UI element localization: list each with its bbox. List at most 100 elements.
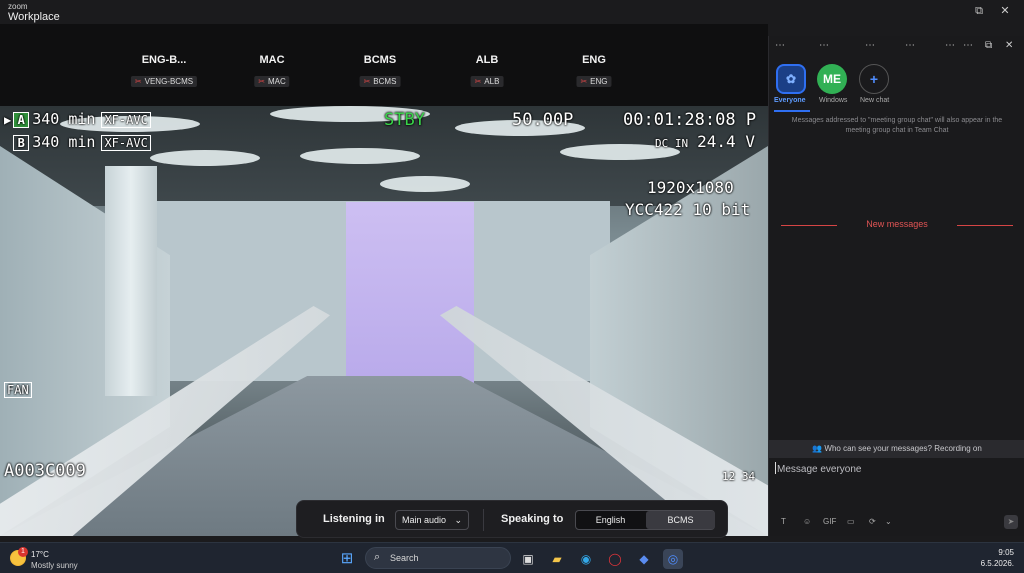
everyone-avatar[interactable]: ✿	[776, 64, 806, 94]
codec-badge: XF-AVC	[101, 112, 151, 128]
who-can-see-bar[interactable]: 👥 Who can see your messages? Recording o…	[769, 440, 1024, 458]
shared-video: ▶A340 minXF-AVC ▶B340 minXF-AVC STBY 50.…	[0, 106, 768, 536]
chevron-down-icon: ⌄	[454, 515, 462, 525]
toolbar-icon[interactable]: ⋯	[963, 40, 973, 51]
search-label: Search	[390, 553, 419, 563]
participant-label: ✂ VENG-BCMS	[130, 76, 198, 87]
popout-icon[interactable]: ⧉	[985, 40, 992, 51]
team-chat-note: Messages addressed to "meeting group cha…	[791, 117, 1003, 134]
new-chat-button[interactable]: +	[859, 64, 889, 94]
resolution: 1920x1080	[647, 178, 734, 197]
fan-indicator: FAN	[4, 382, 32, 398]
language-option-english[interactable]: English	[576, 511, 645, 529]
app-brand: zoom Workplace	[8, 2, 60, 23]
slot-b-badge: B	[13, 135, 30, 151]
toolbar-icon[interactable]: ⋯	[819, 40, 829, 51]
edge-browser-icon[interactable]: ◉	[576, 549, 596, 569]
dc-in: DC IN 24.4 V	[655, 132, 755, 151]
chat-toolbar: ⋯ ⋯ ⋯ ⋯ ⋯ ⋯ ⧉ ✕	[769, 36, 1024, 56]
participant-name: ENG	[582, 54, 606, 66]
mic-muted-icon: ✂	[363, 77, 371, 86]
language-option-bcms[interactable]: BCMS	[646, 511, 715, 529]
close-window-button[interactable]: ✕	[998, 4, 1012, 18]
participant-name: ENG-B...	[141, 54, 187, 66]
format-text-icon[interactable]: T	[781, 517, 786, 526]
frame-rate: 50.00P	[512, 110, 574, 130]
ceiling-light	[150, 150, 260, 166]
participant-tile[interactable]: MAC ✂ MAC	[222, 54, 322, 87]
participant-name: ALB	[475, 54, 499, 66]
new-chat-label: New chat	[860, 97, 890, 104]
send-button[interactable]: ➤	[1004, 515, 1018, 529]
send-icon: ➤	[1007, 517, 1015, 526]
message-input[interactable]: Message everyone	[775, 462, 1019, 502]
toolbar-icon[interactable]: ⋯	[865, 40, 875, 51]
participant-label: ✂ ALB	[470, 76, 504, 87]
task-view-icon[interactable]: ▣	[518, 549, 538, 569]
participant-name: BCMS	[363, 54, 397, 66]
me-label: Windows	[819, 97, 848, 104]
participant-label: ✂ ENG	[576, 76, 612, 87]
windows-start-icon[interactable]: ⊞	[337, 549, 357, 569]
participant-tile[interactable]: BCMS ✂ BCMS	[330, 54, 430, 87]
codec-badge: XF-AVC	[101, 135, 151, 151]
slot-b-info: ▶B340 minXF-AVC	[4, 133, 151, 151]
brand-line2: Workplace	[8, 11, 60, 23]
restore-window-button[interactable]: ⧉	[972, 4, 986, 18]
clock-date: 6.5.2026.	[980, 559, 1014, 568]
title-bar: zoom Workplace ⧉ ✕	[0, 0, 1024, 24]
clock-time: 9:05	[998, 548, 1014, 557]
toolbar-icon[interactable]: ⋯	[775, 40, 785, 51]
slot-a-badge: A	[13, 112, 30, 128]
emoji-icon[interactable]: ☺	[803, 517, 811, 526]
pillar	[105, 166, 157, 396]
divider	[483, 509, 484, 531]
participant-tile[interactable]: ENG ✂ ENG	[544, 54, 644, 87]
close-chat-icon[interactable]: ✕	[1005, 40, 1013, 51]
play-indicator-icon: ▶	[4, 113, 12, 127]
screenshot-icon[interactable]: ⟳	[869, 517, 876, 526]
mic-muted-icon: ✂	[134, 77, 142, 86]
listening-in-label: Listening in	[323, 513, 385, 525]
participant-tile[interactable]: ENG-B... ✂ VENG-BCMS	[114, 54, 214, 87]
color-format: YCC422 10 bit	[625, 200, 751, 219]
new-messages-divider: New messages	[781, 219, 1013, 231]
selected-indicator	[774, 110, 810, 112]
file-icon[interactable]: ▭	[847, 517, 855, 526]
audio-channels: 12 34	[722, 470, 756, 483]
gif-icon[interactable]: GIF	[823, 517, 836, 526]
ceiling-light	[300, 148, 420, 164]
participant-name: MAC	[259, 54, 285, 66]
me-avatar[interactable]: ME	[817, 64, 847, 94]
record-status: STBY	[384, 110, 425, 130]
zoom-window: zoom Workplace ⧉ ✕ ENG-B... ✂ VENG-BCMS M…	[0, 0, 1024, 573]
zoom-app-icon[interactable]: ◎	[663, 549, 683, 569]
divider-line	[957, 225, 1013, 226]
participant-tile[interactable]: ALB ✂ ALB	[437, 54, 537, 87]
timecode: 00:01:28:08 P	[623, 110, 757, 130]
temperature: 17°C	[31, 550, 49, 559]
people-icon: 👥	[812, 444, 823, 453]
toolbar-icon[interactable]: ⋯	[905, 40, 915, 51]
system-clock[interactable]: 9:05 6.5.2026.	[981, 547, 1014, 569]
mic-muted-icon: ✂	[258, 77, 265, 86]
toolbar-icon[interactable]: ⋯	[945, 40, 955, 51]
more-chevron-icon[interactable]: ⌄	[885, 517, 892, 526]
outlook-icon[interactable]: ◆	[634, 549, 654, 569]
paw-icon: ✿	[785, 72, 797, 86]
speaking-language-toggle: English BCMS	[575, 510, 715, 530]
file-explorer-icon[interactable]: ▰	[547, 549, 567, 569]
weather-condition: Mostly sunny	[31, 561, 78, 570]
opera-browser-icon[interactable]: ◯	[605, 549, 625, 569]
projection-screen	[346, 202, 474, 402]
speaking-to-label: Speaking to	[501, 513, 564, 525]
listening-dropdown[interactable]: Main audio ⌄	[395, 510, 469, 530]
message-tools: T ☺ GIF ▭ ⟳ ⌄	[779, 517, 1019, 531]
participant-label: ✂ MAC	[254, 76, 290, 87]
mic-muted-icon: ✂	[474, 77, 482, 86]
chat-recipients: ✿ ME + Everyone Windows New chat	[769, 60, 1024, 112]
participant-label: ✂ BCMS	[359, 76, 401, 87]
taskbar-search[interactable]: ⌕ Search	[365, 547, 511, 569]
clip-name: A003C009	[4, 461, 86, 481]
new-messages-label: New messages	[866, 219, 928, 229]
